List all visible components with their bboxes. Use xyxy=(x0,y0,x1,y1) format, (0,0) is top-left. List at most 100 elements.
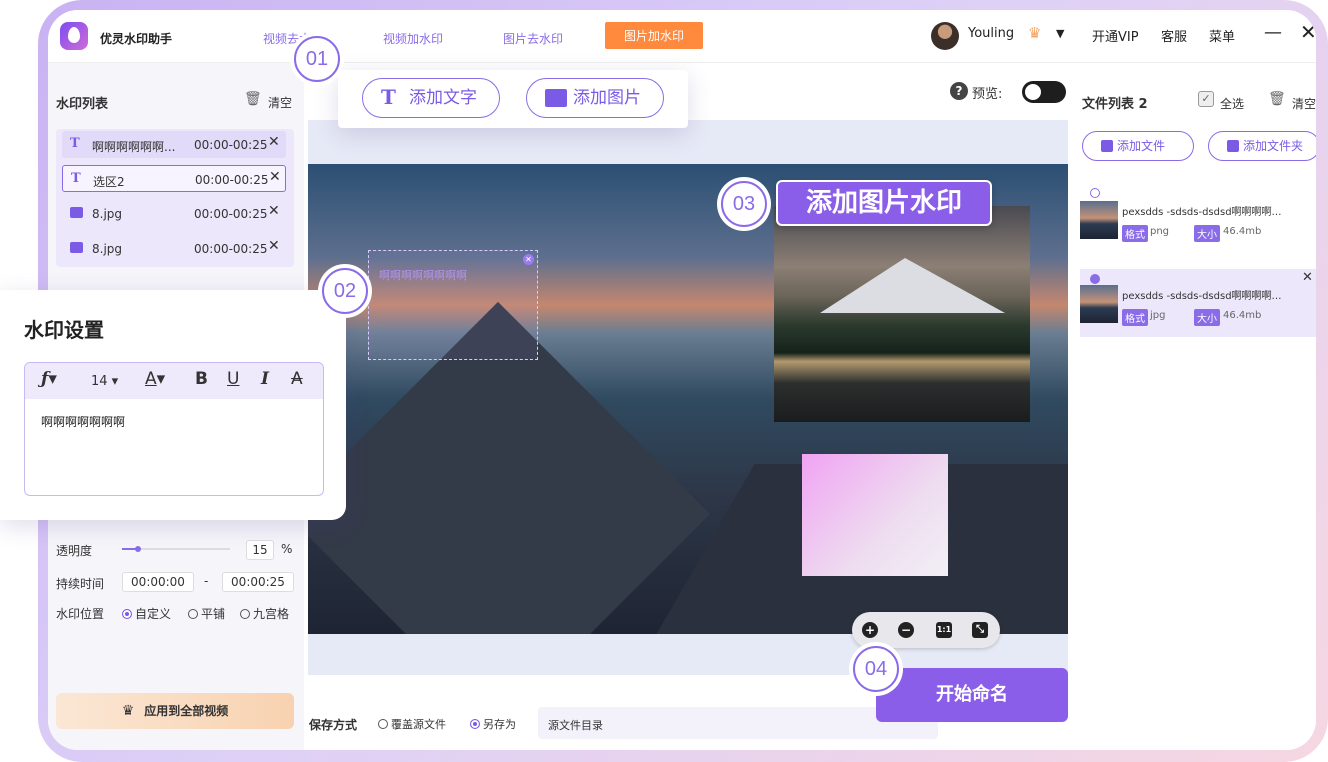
duration-label: 持续时间 xyxy=(56,577,105,591)
fit-screen-icon[interactable]: ⤡ xyxy=(972,622,988,638)
settings-title: 水印设置 xyxy=(24,318,104,342)
list-item[interactable]: pexsdds -sdsds-dsdsd啊啊啊啊… 格式 png 大小 46.4… xyxy=(1080,193,1316,261)
watermark-list-title: 水印列表 xyxy=(56,97,109,112)
add-watermark-popup: T 添加文字 添加图片 xyxy=(338,70,688,128)
add-image-button[interactable]: 添加图片 xyxy=(526,78,664,118)
minimize-icon[interactable]: — xyxy=(1264,22,1282,43)
remove-icon[interactable]: ✕ xyxy=(268,203,280,219)
list-item[interactable]: 8.jpg 00:00-00:25 ✕ xyxy=(62,200,286,227)
callout-label-03: 添加图片水印 xyxy=(776,180,992,226)
callout-badge-02: 02 xyxy=(322,268,368,314)
folder-icon xyxy=(1227,140,1239,152)
opacity-label: 透明度 xyxy=(56,544,93,558)
save-as-radio[interactable]: 另存为 xyxy=(470,716,516,732)
overwrite-radio[interactable]: 覆盖源文件 xyxy=(378,716,446,732)
text-watermark-selection[interactable]: 啊啊啊啊啊啊啊啊 ✕ xyxy=(368,250,538,360)
add-text-button[interactable]: T 添加文字 xyxy=(362,78,500,118)
watermark-text-input[interactable]: 啊啊啊啊啊啊啊 xyxy=(41,413,125,430)
app-logo-icon xyxy=(60,22,88,50)
app-title: 优灵水印助手 xyxy=(100,32,173,46)
file-list-title: 文件列表 2 xyxy=(1082,97,1148,112)
preview-label: 预览: xyxy=(972,87,1003,102)
image-icon xyxy=(70,207,83,218)
remove-icon[interactable]: ✕ xyxy=(269,169,281,185)
save-mode-label: 保存方式 xyxy=(309,718,358,732)
font-family-icon[interactable]: ƒ▾ xyxy=(41,369,57,389)
clear-watermarks-button[interactable]: 清空 xyxy=(268,94,292,111)
clear-files-button[interactable]: 清空 xyxy=(1292,95,1316,112)
add-folder-button[interactable]: 添加文件夹 xyxy=(1208,131,1316,161)
position-custom-radio[interactable]: 自定义 xyxy=(122,605,171,622)
duration-separator: - xyxy=(204,574,209,588)
preview-toggle[interactable] xyxy=(1022,81,1066,103)
opacity-input[interactable]: 15 xyxy=(246,540,274,560)
text-editor: ƒ▾ 14 ▾ A▾ B U I A 啊啊啊啊啊啊啊 xyxy=(24,362,324,496)
callout-badge-04: 04 xyxy=(853,646,899,692)
text-icon: T xyxy=(70,136,80,151)
underline-icon[interactable]: U xyxy=(227,369,239,389)
bold-icon[interactable]: B xyxy=(195,369,208,389)
service-link[interactable]: 客服 xyxy=(1161,26,1187,45)
title-bar: 优灵水印助手 视频去水印 视频加水印 图片去水印 图片加水印 Youling ♛… xyxy=(48,10,1316,62)
vip-link[interactable]: 开通VIP xyxy=(1092,26,1139,45)
callout-badge-03: 03 xyxy=(721,181,767,227)
italic-icon[interactable]: I xyxy=(261,369,269,389)
image-icon xyxy=(545,89,567,107)
select-all-label[interactable]: 全选 xyxy=(1220,95,1244,112)
position-grid-radio[interactable]: 九宫格 xyxy=(240,605,289,622)
zoom-toolbar: + − 1:1 ⤡ xyxy=(852,612,1000,648)
list-item[interactable]: 8.jpg 00:00-00:25 ✕ xyxy=(62,235,286,262)
watermark-text: 啊啊啊啊啊啊啊啊 xyxy=(379,269,467,282)
font-color-icon[interactable]: A▾ xyxy=(145,369,165,389)
position-tile-radio[interactable]: 平铺 xyxy=(188,605,225,622)
trash-icon[interactable]: 🗑 xyxy=(1268,91,1286,107)
image-canvas[interactable]: 啊啊啊啊啊啊啊啊 ✕ xyxy=(308,164,1068,634)
tab-image-add-watermark[interactable]: 图片加水印 xyxy=(605,22,704,49)
file-thumbnail xyxy=(1080,201,1118,239)
trash-icon[interactable]: 🗑 xyxy=(244,91,262,107)
image-icon xyxy=(70,242,83,253)
list-item[interactable]: T 选区2 00:00-00:25 ✕ xyxy=(62,165,286,192)
strikethrough-icon[interactable]: A xyxy=(291,369,303,389)
watermark-list: T 啊啊啊啊啊啊... 00:00-00:25 ✕ T 选区2 00:00-00… xyxy=(56,129,294,267)
start-rename-button[interactable]: 开始命名 xyxy=(876,668,1068,722)
remove-icon[interactable]: ✕ xyxy=(268,238,280,254)
tab-video-add-watermark[interactable]: 视频加水印 xyxy=(383,30,443,47)
gradient-image-watermark[interactable] xyxy=(802,454,948,576)
remove-icon[interactable]: ✕ xyxy=(268,134,280,150)
list-item[interactable]: T 啊啊啊啊啊啊... 00:00-00:25 ✕ xyxy=(62,131,286,158)
list-item[interactable]: pexsdds -sdsds-dsdsd啊啊啊啊… 格式 jpg 大小 46.4… xyxy=(1080,277,1316,345)
file-add-icon xyxy=(1101,140,1113,152)
apply-all-button[interactable]: ♛ 应用到全部视频 xyxy=(56,693,294,729)
opacity-unit: % xyxy=(281,542,293,556)
close-icon[interactable]: ✕ xyxy=(1300,20,1316,44)
position-label: 水印位置 xyxy=(56,607,105,621)
file-panel: 文件列表 2 ✓ 全选 🗑 清空 添加文件 添加文件夹 pexsdds -sds… xyxy=(1070,63,1316,750)
opacity-slider[interactable] xyxy=(122,546,230,552)
watermark-settings-popup: 水印设置 ƒ▾ 14 ▾ A▾ B U I A 啊啊啊啊啊啊啊 xyxy=(0,290,346,520)
text-icon: T xyxy=(381,85,396,109)
zoom-in-icon[interactable]: + xyxy=(862,622,878,638)
image-watermark[interactable] xyxy=(774,206,1030,422)
actual-size-icon[interactable]: 1:1 xyxy=(936,622,952,638)
duration-start-input[interactable]: 00:00:00 xyxy=(122,572,194,592)
avatar[interactable] xyxy=(931,22,959,50)
callout-badge-01: 01 xyxy=(294,36,340,82)
file-thumbnail xyxy=(1080,285,1118,323)
format-toolbar: ƒ▾ 14 ▾ A▾ B U I A xyxy=(25,363,323,399)
add-file-button[interactable]: 添加文件 xyxy=(1082,131,1194,161)
opacity-slider-handle[interactable] xyxy=(135,546,142,552)
username[interactable]: Youling xyxy=(968,26,1014,41)
help-icon[interactable]: ? xyxy=(950,82,968,100)
close-icon[interactable]: ✕ xyxy=(523,254,534,265)
text-icon: T xyxy=(71,171,81,186)
font-size-select[interactable]: 14 ▾ xyxy=(91,374,118,389)
select-all-checkbox[interactable]: ✓ xyxy=(1198,91,1214,107)
crown-icon: ♛ xyxy=(1028,24,1042,42)
duration-end-input[interactable]: 00:00:25 xyxy=(222,572,294,592)
tab-image-remove-watermark[interactable]: 图片去水印 xyxy=(503,30,563,47)
chevron-down-icon[interactable]: ▼ xyxy=(1056,27,1064,40)
zoom-out-icon[interactable]: − xyxy=(898,622,914,638)
crown-icon: ♛ xyxy=(121,703,135,719)
menu-link[interactable]: 菜单 xyxy=(1209,26,1235,45)
